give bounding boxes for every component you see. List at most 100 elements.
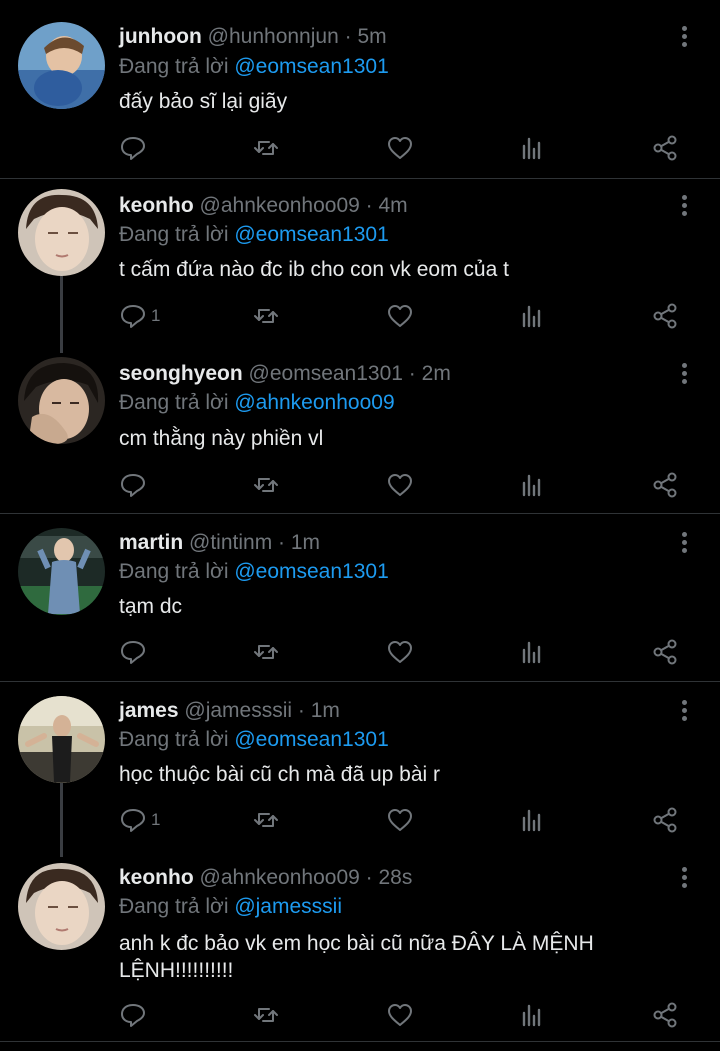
user-handle[interactable]: @ahnkeonhoo09 — [200, 194, 360, 217]
mention-link[interactable]: @eomsean1301 — [234, 223, 388, 246]
like-button[interactable] — [386, 998, 414, 1032]
views-button[interactable] — [518, 131, 546, 165]
reply-count: 1 — [151, 810, 161, 829]
analytics-icon — [522, 1004, 541, 1027]
retweet-icon — [254, 309, 278, 323]
reply-button[interactable] — [119, 998, 151, 1032]
like-button[interactable] — [386, 131, 414, 165]
more-vertical-icon[interactable] — [674, 530, 694, 556]
timestamp[interactable]: 28s — [378, 866, 412, 889]
tweet-text: đấy bảo sĩ lại giãy — [119, 90, 288, 113]
timestamp[interactable]: 2m — [422, 362, 451, 385]
action-bar: 1 — [0, 803, 720, 837]
retweet-button[interactable] — [252, 299, 280, 333]
heart-icon — [388, 641, 412, 663]
user-handle[interactable]: @eomsean1301 — [249, 362, 403, 385]
more-vertical-icon[interactable] — [674, 698, 694, 724]
tweet-text: t cấm đứa nào đc ib cho con vk eom của t — [119, 258, 509, 281]
heart-icon — [388, 137, 412, 159]
heart-icon — [388, 809, 412, 831]
analytics-icon — [522, 137, 541, 160]
views-button[interactable] — [518, 998, 546, 1032]
timestamp[interactable]: 4m — [378, 194, 407, 217]
share-icon — [653, 807, 677, 833]
mention-link[interactable]: @eomsean1301 — [234, 55, 388, 78]
avatar[interactable] — [18, 22, 105, 109]
tweet[interactable]: james @jamesssii · 1m Đang trả lời @eoms… — [0, 682, 720, 857]
tweet[interactable]: keonho @ahnkeonhoo09 · 28s Đang trả lời … — [0, 849, 720, 1041]
reply-button[interactable] — [119, 131, 151, 165]
mention-link[interactable]: @eomsean1301 — [234, 728, 388, 751]
share-button[interactable] — [651, 803, 679, 837]
mention-link[interactable]: @jamesssii — [234, 895, 342, 918]
display-name[interactable]: keonho — [119, 866, 194, 889]
like-button[interactable] — [386, 299, 414, 333]
reply-context: Đang trả lời @jamesssii — [119, 895, 342, 918]
heart-icon — [388, 305, 412, 327]
tweet[interactable]: martin @tintinm · 1m Đang trả lời @eomse… — [0, 514, 720, 681]
share-icon — [653, 303, 677, 329]
like-button[interactable] — [386, 635, 414, 669]
more-vertical-icon[interactable] — [674, 361, 694, 387]
more-vertical-icon[interactable] — [674, 865, 694, 891]
display-name[interactable]: martin — [119, 531, 183, 554]
timestamp[interactable]: 1m — [311, 699, 340, 722]
user-handle[interactable]: @tintinm — [189, 531, 272, 554]
share-button[interactable] — [651, 468, 679, 502]
heart-icon — [388, 1004, 412, 1026]
timestamp[interactable]: 1m — [291, 531, 320, 554]
retweet-button[interactable] — [252, 803, 280, 837]
retweet-icon — [254, 1008, 278, 1022]
timestamp[interactable]: 5m — [357, 25, 386, 48]
user-handle[interactable]: @hunhonnjun — [208, 25, 339, 48]
avatar[interactable] — [18, 696, 105, 783]
avatar[interactable] — [18, 863, 105, 950]
share-icon — [653, 472, 677, 498]
action-bar — [0, 635, 720, 669]
views-button[interactable] — [518, 299, 546, 333]
tweet-text: tạm dc — [119, 595, 183, 618]
mention-link[interactable]: @eomsean1301 — [234, 560, 388, 583]
user-handle[interactable]: @ahnkeonhoo09 — [200, 866, 360, 889]
display-name[interactable]: james — [119, 699, 179, 722]
like-button[interactable] — [386, 468, 414, 502]
views-button[interactable] — [518, 468, 546, 502]
share-icon — [653, 639, 677, 665]
like-button[interactable] — [386, 803, 414, 837]
retweet-button[interactable] — [252, 468, 280, 502]
share-button[interactable] — [651, 299, 679, 333]
more-vertical-icon[interactable] — [674, 24, 694, 50]
avatar[interactable] — [18, 528, 105, 615]
avatar[interactable] — [18, 357, 105, 444]
retweet-button[interactable] — [252, 635, 280, 669]
retweet-icon — [254, 478, 278, 492]
share-button[interactable] — [651, 131, 679, 165]
tweet-text: học thuộc bài cũ ch mà đã up bài r — [119, 763, 441, 786]
tweet[interactable]: junhoon @hunhonnjun · 5m Đang trả lời @e… — [0, 0, 720, 178]
reply-button[interactable] — [119, 468, 151, 502]
views-button[interactable] — [518, 803, 546, 837]
share-button[interactable] — [651, 635, 679, 669]
tweet[interactable]: keonho @ahnkeonhoo09 · 4m Đang trả lời @… — [0, 179, 720, 353]
tweet-text: anh k đc bảo vk em học bài cũ nữa ĐÂY LÀ… — [119, 932, 594, 982]
share-button[interactable] — [651, 998, 679, 1032]
more-vertical-icon[interactable] — [674, 193, 694, 219]
display-name[interactable]: junhoon — [119, 25, 202, 48]
display-name[interactable]: seonghyeon — [119, 362, 243, 385]
tweet[interactable]: seonghyeon @eomsean1301 · 2m Đang trả lờ… — [0, 347, 720, 513]
display-name[interactable]: keonho — [119, 194, 194, 217]
reply-icon — [121, 641, 145, 664]
retweet-icon — [254, 141, 278, 155]
analytics-icon — [522, 809, 541, 832]
reply-context: Đang trả lời @eomsean1301 — [119, 728, 389, 751]
retweet-button[interactable] — [252, 131, 280, 165]
retweet-button[interactable] — [252, 998, 280, 1032]
reply-button[interactable]: 1 — [119, 299, 160, 333]
avatar[interactable] — [18, 189, 105, 276]
views-button[interactable] — [518, 635, 546, 669]
user-handle[interactable]: @jamesssii — [184, 699, 292, 722]
mention-link[interactable]: @ahnkeonhoo09 — [234, 391, 394, 414]
reply-button[interactable]: 1 — [119, 803, 160, 837]
reply-button[interactable] — [119, 635, 151, 669]
action-bar — [0, 468, 720, 502]
